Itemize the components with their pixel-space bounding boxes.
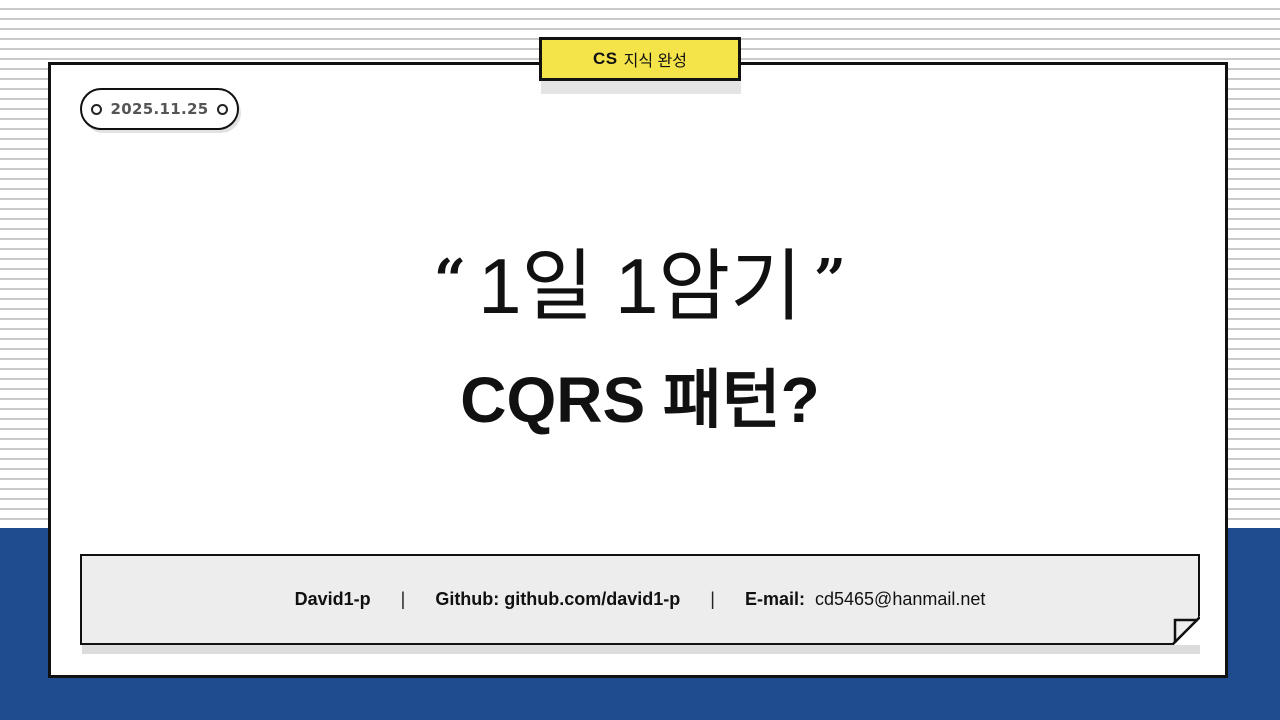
date-pill: 2025.11.25 xyxy=(80,88,239,130)
pill-ring-right-icon xyxy=(217,103,228,115)
separator: | xyxy=(710,589,715,609)
pill-ring-left-icon xyxy=(91,103,102,115)
date-text: 2025.11.25 xyxy=(110,100,209,118)
category-tab: CS 지식 완성 xyxy=(539,37,741,81)
author-name: David1-p xyxy=(294,589,371,609)
email-label: E-mail: xyxy=(744,589,805,609)
close-quote-mark: ” xyxy=(813,247,847,313)
category-tab-abbrev: CS xyxy=(593,49,618,68)
subtitle-quote: “1일 1암기” xyxy=(0,230,1280,336)
separator: | xyxy=(400,589,406,609)
quote-text: 1일 1암기 xyxy=(478,242,802,330)
open-quote-mark: “ xyxy=(433,247,467,313)
footer-info: David1-p | Github: github.com/david1-p |… xyxy=(80,554,1200,645)
page-title: CQRS 패턴? xyxy=(460,364,820,436)
category-tab-label: 지식 완성 xyxy=(623,53,687,70)
github-link[interactable]: Github: github.com/david1-p xyxy=(435,589,680,610)
email-link[interactable]: cd5465@hanmail.net xyxy=(815,589,985,610)
